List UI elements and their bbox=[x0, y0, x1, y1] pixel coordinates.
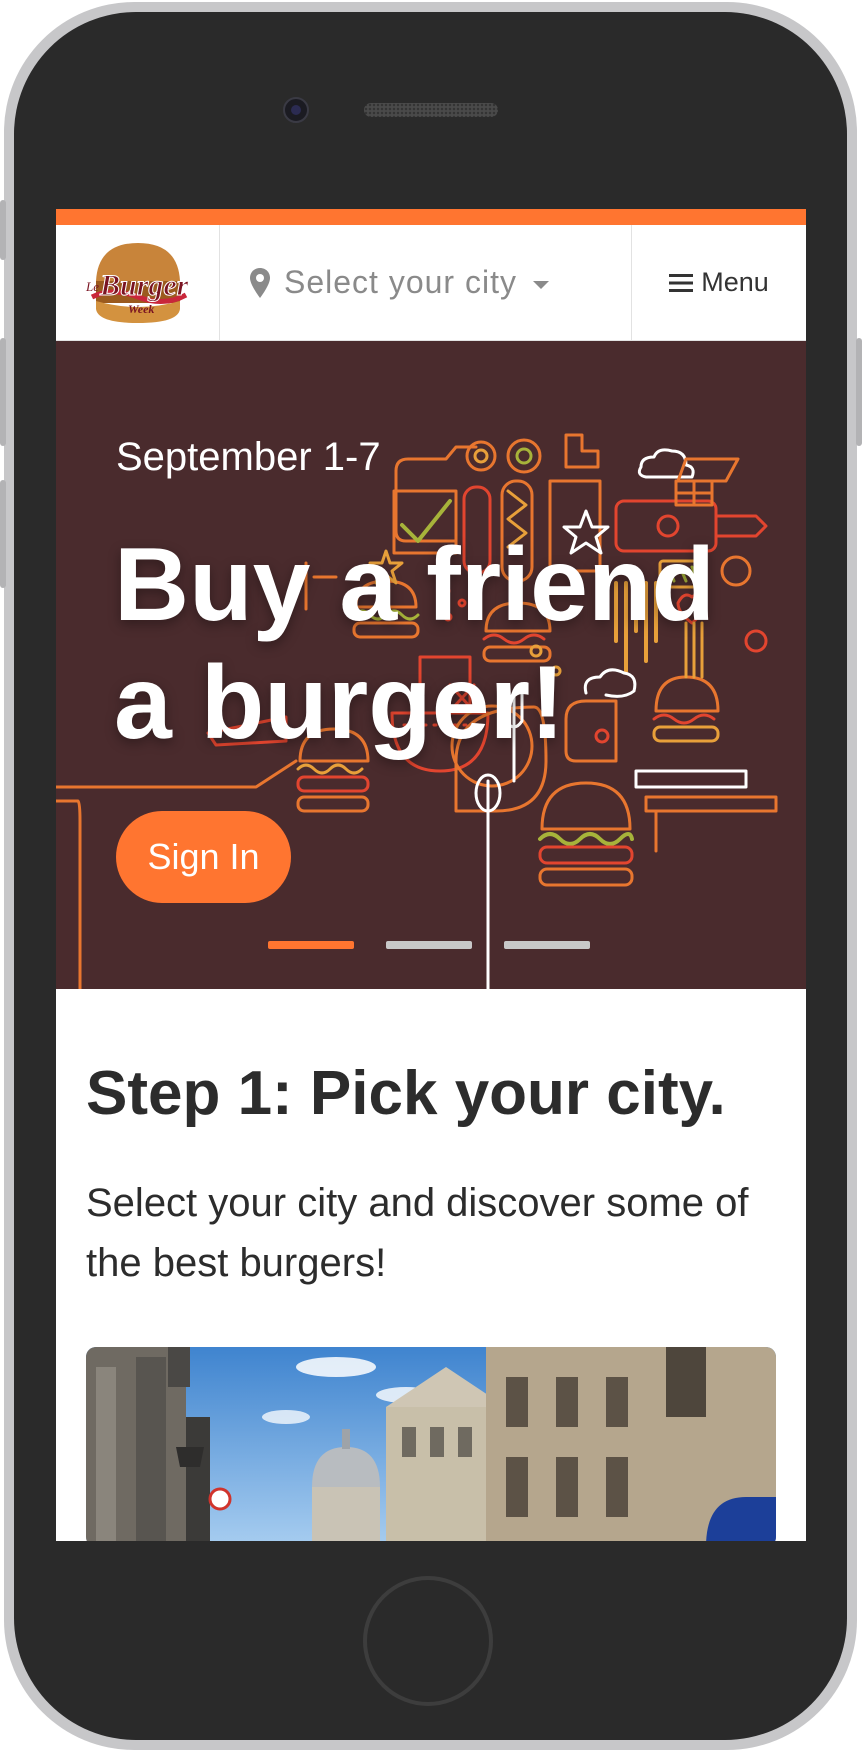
sign-in-button[interactable]: Sign In bbox=[116, 811, 291, 903]
event-dates: September 1-7 bbox=[116, 435, 381, 479]
carousel-indicators bbox=[268, 941, 590, 949]
hero-headline-line-2: a burger! bbox=[114, 645, 565, 761]
volume-up-button bbox=[0, 338, 6, 446]
hero-headline: Buy a friend a burger! bbox=[114, 526, 715, 762]
earpiece-speaker bbox=[364, 103, 498, 117]
hero-headline-line-1: Buy a friend bbox=[114, 527, 715, 643]
svg-text:Burger: Burger bbox=[99, 269, 189, 302]
svg-text:Le: Le bbox=[85, 279, 99, 294]
city-photo[interactable] bbox=[86, 1347, 776, 1541]
city-street-image bbox=[86, 1347, 776, 1541]
map-pin-icon bbox=[250, 267, 270, 298]
carousel-dot-3[interactable] bbox=[504, 941, 590, 949]
carousel-dot-2[interactable] bbox=[386, 941, 472, 949]
chevron-down-icon bbox=[532, 280, 549, 289]
step-title: Step 1: Pick your city. bbox=[86, 1059, 726, 1128]
phone-screen: Le Burger Week Select your city Menu Sep… bbox=[56, 209, 806, 1541]
carousel-dot-1[interactable] bbox=[268, 941, 354, 949]
svg-text:Week: Week bbox=[128, 302, 154, 316]
front-camera bbox=[283, 97, 309, 123]
city-select-dropdown[interactable]: Select your city bbox=[220, 225, 632, 340]
hero-banner: September 1-7 Buy a friend a burger! Sig… bbox=[56, 341, 806, 989]
power-button bbox=[856, 338, 862, 446]
step-description: Select your city and discover some of th… bbox=[86, 1181, 749, 1285]
menu-label: Menu bbox=[701, 267, 769, 297]
site-logo[interactable]: Le Burger Week bbox=[56, 225, 220, 340]
menu-button[interactable]: Menu bbox=[632, 225, 806, 340]
volume-down-button bbox=[0, 480, 6, 588]
main-content: Step 1: Pick your city. Select your city… bbox=[56, 989, 806, 1541]
city-select-label: Select your city bbox=[284, 264, 517, 300]
accent-top-bar bbox=[56, 209, 806, 225]
site-header: Le Burger Week Select your city Menu bbox=[56, 225, 806, 341]
home-button[interactable] bbox=[363, 1576, 493, 1706]
hamburger-icon bbox=[669, 273, 694, 293]
burger-logo-icon: Le Burger Week bbox=[85, 242, 189, 323]
mute-switch bbox=[0, 200, 6, 260]
